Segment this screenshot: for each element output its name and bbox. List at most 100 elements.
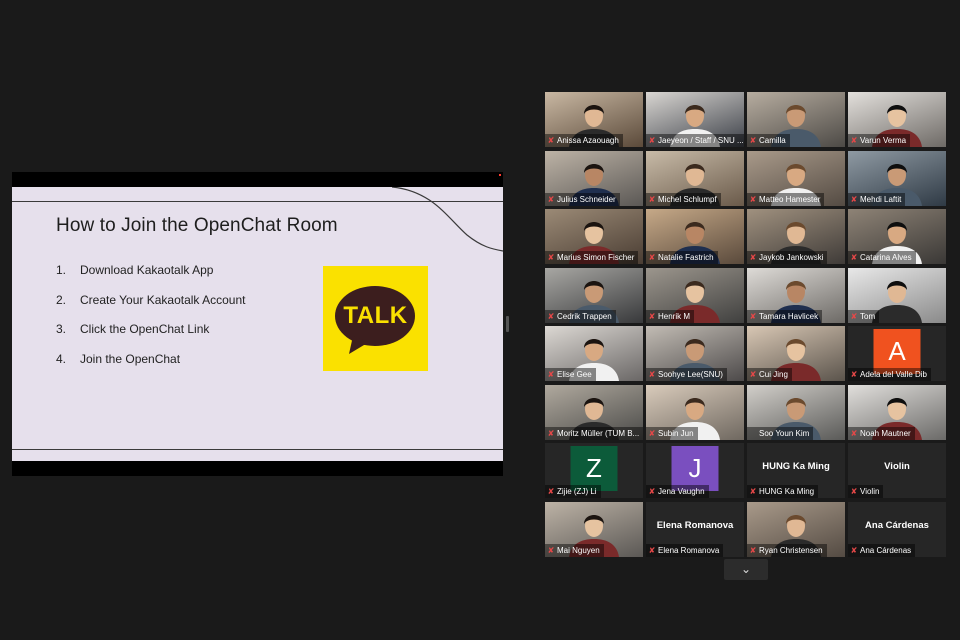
participant-name-label: ✘ HUNG Ka Ming [747,485,819,498]
participant-name: Julius Schneider [557,195,616,204]
participant-name: Moritz Müller (TUM B... [557,429,640,438]
participant-tile[interactable]: ✘ Subin Jun [646,385,744,440]
participant-tile[interactable]: ✘ Camilla [747,92,845,147]
step-item: 4. Join the OpenChat [56,351,181,366]
participant-tile[interactable]: ✘ Cui Jing [747,326,845,381]
participant-tile[interactable]: Z ✘ Zijie (ZJ) Li [545,443,643,498]
participant-tile[interactable]: ✘ Cedrik Trappen [545,268,643,323]
participant-tile[interactable]: ✘ Mai Nguyen [545,502,643,557]
participant-name: Natalie Fastrich [658,253,714,262]
participant-name-label: ✘ Elena Romanova [646,544,724,557]
participant-name-label: ✘ Ana Cárdenas [848,544,916,557]
mic-muted-icon: ✘ [648,546,656,555]
participant-name: Michel Schlumpf [658,195,717,204]
participant-name-label: ✘ Matteo Hamester [747,193,825,206]
participant-display-name: Violin [884,461,910,472]
mic-muted-icon: ✘ [749,546,757,555]
participant-name: Anissa Azaouagh [557,136,619,145]
participant-name: Subin Jun [658,429,694,438]
participant-name: Jena Vaughn [658,487,705,496]
participant-tile[interactable]: ✘ Jaykob Jankowski [747,209,845,264]
participant-tile[interactable]: ✘ Michel Schlumpf [646,151,744,206]
mic-muted-icon: ✘ [547,136,555,145]
participant-name: Jaeyeon / Staff / SNU ... [658,136,744,145]
view-splitter-handle[interactable] [506,316,509,332]
participant-tile[interactable]: Elena Romanova ✘ Elena Romanova [646,502,744,557]
mic-muted-icon: ✘ [547,312,555,321]
participant-name-label: ✘ Mai Nguyen [545,544,604,557]
participant-name-label: ✘ Camilla [747,134,790,147]
mic-muted-icon: ✘ [850,312,858,321]
participant-name-label: ✘ Cui Jing [747,368,792,381]
participant-name-label: ✘ Catarina Alves [848,251,916,264]
participant-name: Elise Gee [557,370,592,379]
participant-name: Matteo Hamester [759,195,821,204]
participant-name: Soo Youn Kim [759,429,810,438]
participant-name: Mai Nguyen [557,546,600,555]
participant-tile[interactable]: J ✘ Jena Vaughn [646,443,744,498]
participant-tile[interactable]: ✘ Anissa Azaouagh [545,92,643,147]
participant-tile[interactable]: ✘ Julius Schneider [545,151,643,206]
mic-muted-icon: ✘ [648,487,656,496]
participant-tile[interactable]: ✘ Natalie Fastrich [646,209,744,264]
participant-tile[interactable]: ✘ Mehdi Laftit [848,151,946,206]
participant-tile[interactable]: HUNG Ka Ming ✘ HUNG Ka Ming [747,443,845,498]
mic-muted-icon: ✘ [850,195,858,204]
participant-name-label: ✘ Soohye Lee(SNU) [646,368,727,381]
participant-name: Camilla [759,136,786,145]
mic-muted-icon: ✘ [850,487,858,496]
participant-tile[interactable]: ✘ Varun Verma [848,92,946,147]
participant-tile[interactable]: ✘ Jaeyeon / Staff / SNU ... [646,92,744,147]
participant-tile[interactable]: Ana Cárdenas ✘ Ana Cárdenas [848,502,946,557]
participant-tile[interactable]: ✘ Moritz Müller (TUM B... [545,385,643,440]
mic-muted-icon: ✘ [648,312,656,321]
participant-tile[interactable]: ✘ Henrik M [646,268,744,323]
participant-tile[interactable]: ✘ Ryan Christensen [747,502,845,557]
mic-muted-icon: ✘ [547,253,555,262]
step-item: 3. Click the OpenChat Link [56,322,210,336]
step-item: 1. Download Kakaotalk App [56,263,214,277]
mic-muted-icon: ✘ [749,370,757,379]
shared-screen: How to Join the OpenChat Room 1. Download… [12,172,503,476]
participant-name: Catarina Alves [860,253,912,262]
mic-muted-icon: ✘ [547,370,555,379]
mic-muted-icon: ✘ [648,429,656,438]
participant-name: Jaykob Jankowski [759,253,824,262]
participant-name-label: ✘ Michel Schlumpf [646,193,721,206]
next-page-button[interactable]: ⌄ [724,559,768,580]
mic-muted-icon: ✘ [749,312,757,321]
participant-tile[interactable]: ✘ Catarina Alves [848,209,946,264]
participant-name: Elena Romanova [658,546,720,555]
participant-tile[interactable]: Violin ✘ Violin [848,443,946,498]
participant-name: Noah Mautner [860,429,911,438]
participant-name-label: ✘ Tom [848,310,880,323]
mic-muted-icon: ✘ [547,429,555,438]
mic-muted-icon: ✘ [547,195,555,204]
participant-tile[interactable]: ✘ Tom [848,268,946,323]
mic-muted-icon: ✘ [547,546,555,555]
participant-tile[interactable]: ✘ Elise Gee [545,326,643,381]
mic-muted-icon: ✘ [850,429,858,438]
mic-muted-icon: ✘ [648,136,656,145]
participant-name-label: ✘ Tamara Havlicek [747,310,823,323]
steps-list: 1. Download Kakaotalk App 2. Create Your K… [56,263,245,381]
mic-muted-icon: ✘ [749,253,757,262]
participant-tile[interactable]: ✘ Marius Simon Fischer [545,209,643,264]
mic-muted-icon: ✘ [850,370,858,379]
participant-name-label: ✘ Mehdi Laftit [848,193,906,206]
participant-name-label: ✘ Varun Verma [848,134,911,147]
step-item: 2. Create Your Kakaotalk Account [56,292,246,307]
participant-tile[interactable]: ✘ Tamara Havlicek [747,268,845,323]
recording-indicator [499,174,501,176]
mic-muted-icon: ✘ [648,253,656,262]
participant-tile[interactable]: Soo Youn Kim [747,385,845,440]
participant-name-label: ✘ Jaykob Jankowski [747,251,828,264]
slide-bottom-rule [12,449,503,450]
participant-tile[interactable]: ✘ Noah Mautner [848,385,946,440]
participant-name-label: ✘ Elise Gee [545,368,596,381]
participant-name: Soohye Lee(SNU) [658,370,723,379]
participant-tile[interactable]: ✘ Soohye Lee(SNU) [646,326,744,381]
participant-tile[interactable]: ✘ Matteo Hamester [747,151,845,206]
participant-tile[interactable]: A ✘ Adela del Valle Dib [848,326,946,381]
participant-name-label: ✘ Zijie (ZJ) Li [545,485,601,498]
